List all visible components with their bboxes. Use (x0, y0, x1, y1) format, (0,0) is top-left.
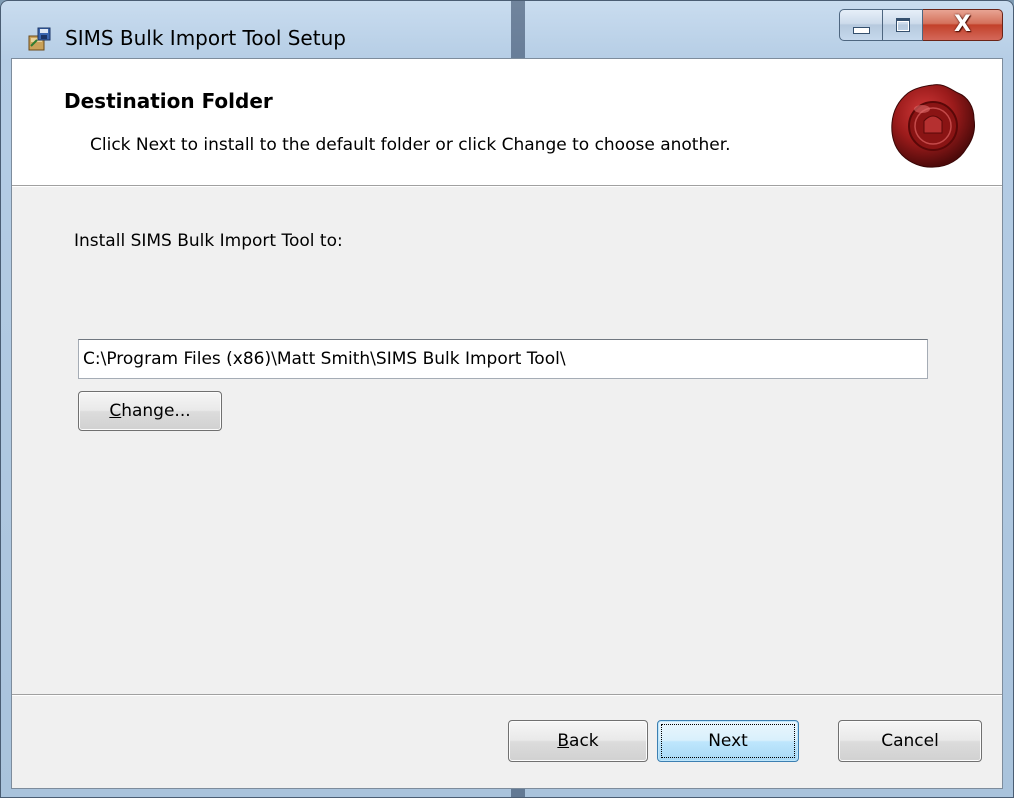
close-icon: X (954, 12, 971, 37)
dialog-header: Destination Folder Click Next to install… (12, 59, 1002, 186)
page-title: Destination Folder (64, 89, 273, 113)
dialog-client-area: Destination Folder Click Next to install… (11, 58, 1003, 789)
footer-separator-highlight (12, 695, 1002, 696)
minimize-button[interactable] (839, 9, 883, 41)
back-button[interactable]: Back (508, 720, 648, 762)
page-subtitle: Click Next to install to the default fol… (90, 135, 731, 155)
maximize-button[interactable] (883, 9, 923, 41)
change-button[interactable]: Change... (78, 391, 222, 431)
close-button[interactable]: X (923, 9, 1003, 41)
wax-seal-icon (891, 84, 975, 168)
install-location-label: Install SIMS Bulk Import Tool to: (74, 231, 343, 251)
minimize-icon (852, 26, 870, 34)
maximize-icon (895, 18, 910, 32)
back-button-label: Back (557, 731, 599, 751)
focus-rectangle (661, 724, 795, 758)
window-controls: X (839, 9, 1003, 43)
window-title: SIMS Bulk Import Tool Setup (65, 26, 346, 50)
cancel-button-label: Cancel (881, 731, 939, 751)
installer-window: SIMS Bulk Import Tool Setup X Destinatio… (0, 0, 1014, 798)
install-path-field[interactable] (78, 339, 928, 379)
next-button[interactable]: Next (657, 720, 799, 762)
installer-icon[interactable] (27, 26, 53, 52)
title-bar[interactable]: SIMS Bulk Import Tool Setup X (1, 1, 1013, 57)
cancel-button[interactable]: Cancel (838, 720, 982, 762)
change-button-label: Change... (109, 401, 191, 421)
header-separator (12, 186, 1002, 187)
